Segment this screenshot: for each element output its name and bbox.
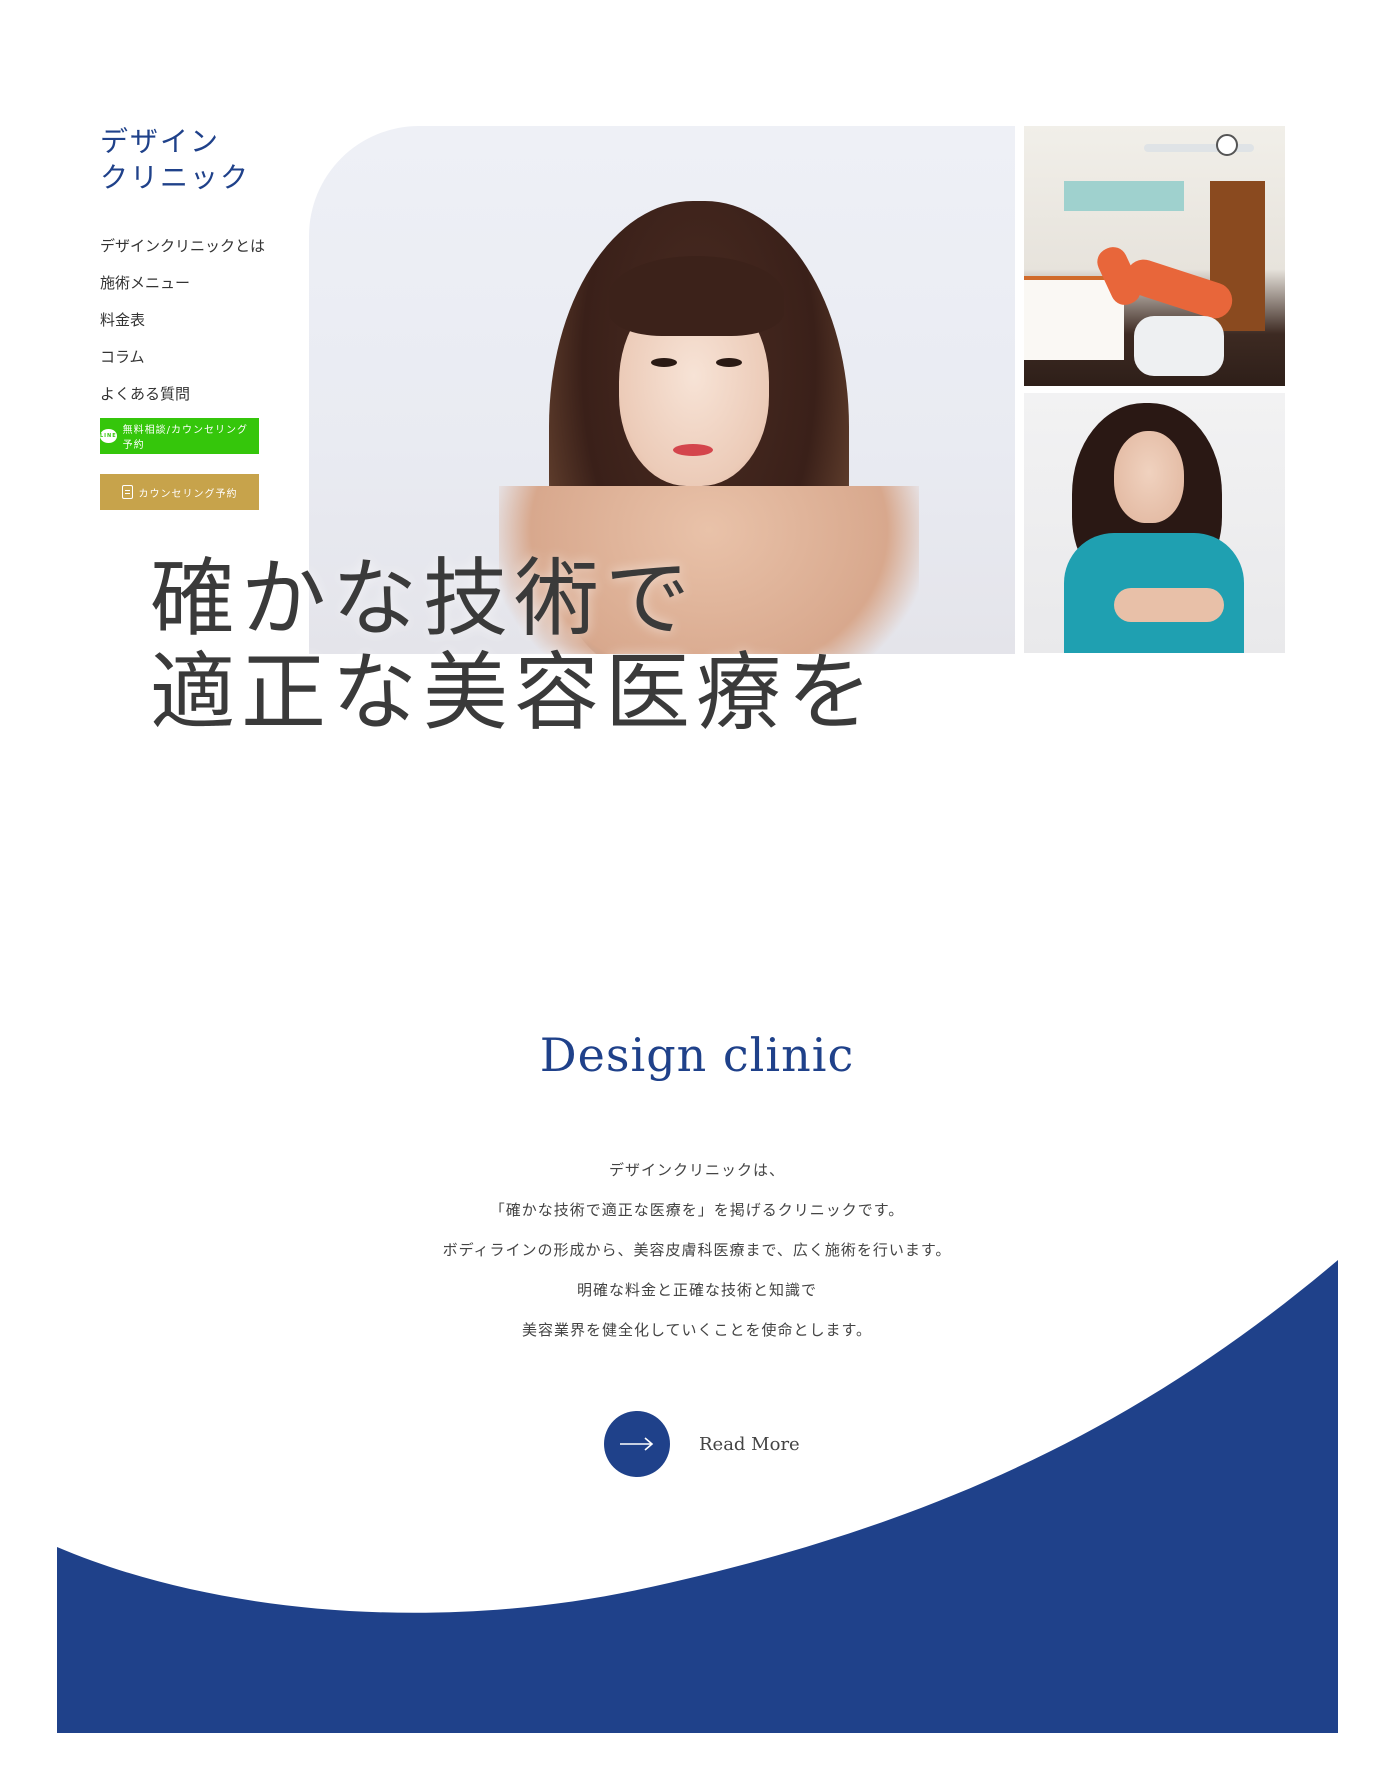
- nav-item-about[interactable]: デザインクリニックとは: [100, 228, 265, 265]
- doctor-photo: [1024, 393, 1285, 653]
- nav-item-prices[interactable]: 料金表: [100, 302, 265, 339]
- hero-headline-line-2: 適正な美容医療を: [150, 644, 879, 743]
- hero-headline: 確かな技術で 適正な美容医療を: [150, 553, 878, 741]
- nav-item-menu[interactable]: 施術メニュー: [100, 265, 265, 302]
- about-text: デザインクリニックは、 「確かな技術で適正な医療を」を掲げるクリニックです。 ボ…: [0, 1150, 1394, 1350]
- read-more-link[interactable]: Read More: [604, 1411, 800, 1477]
- nav-item-column[interactable]: コラム: [100, 339, 265, 376]
- doctor-crossed-arms: [1114, 588, 1224, 622]
- about-line-1: デザインクリニックは、: [608, 1161, 785, 1179]
- wall-clock-icon: [1216, 134, 1238, 156]
- about-line-4: 明確な料金と正確な技術と知識で: [576, 1281, 817, 1299]
- counseling-reservation-label: カウンセリング予約: [138, 488, 238, 500]
- about-line-3: ボディラインの形成から、美容皮膚科医療まで、広く施術を行います。: [442, 1241, 952, 1259]
- model-bangs: [609, 256, 784, 336]
- document-icon: [121, 485, 133, 499]
- read-more-label[interactable]: Read More: [699, 1434, 800, 1455]
- nav-item-faq[interactable]: よくある質問: [100, 376, 265, 413]
- chair-base: [1134, 316, 1224, 376]
- model-eye-left: [651, 358, 677, 367]
- line-consultation-label: 無料相談/カウンセリング予約: [122, 425, 249, 451]
- main-nav: デザインクリニックとは 施術メニュー 料金表 コラム よくある質問: [100, 228, 265, 413]
- read-more-circle[interactable]: [604, 1411, 670, 1477]
- counseling-reservation-button[interactable]: カウンセリング予約: [100, 474, 259, 510]
- line-icon: LINE: [100, 429, 117, 443]
- logo-line-2: クリニック: [100, 161, 251, 194]
- wall-cabinet: [1064, 181, 1184, 211]
- about-title: Design clinic: [539, 1028, 855, 1082]
- about-line-5: 美容業界を健全化していくことを使命とします。: [521, 1321, 873, 1339]
- model-eye-right: [716, 358, 742, 367]
- arrow-right-icon: [620, 1437, 654, 1451]
- model-lips: [673, 444, 713, 456]
- about-line-2: 「確かな技術で適正な医療を」を掲げるクリニックです。: [489, 1201, 905, 1219]
- hero-headline-line-1: 確かな技術で: [150, 550, 697, 649]
- treatment-room-photo: [1024, 126, 1285, 386]
- doctor-face: [1114, 431, 1184, 523]
- line-consultation-button[interactable]: LINE 無料相談/カウンセリング予約: [100, 418, 259, 454]
- clinic-logo[interactable]: デザイン クリニック: [100, 124, 250, 196]
- logo-line-1: デザイン: [100, 125, 221, 158]
